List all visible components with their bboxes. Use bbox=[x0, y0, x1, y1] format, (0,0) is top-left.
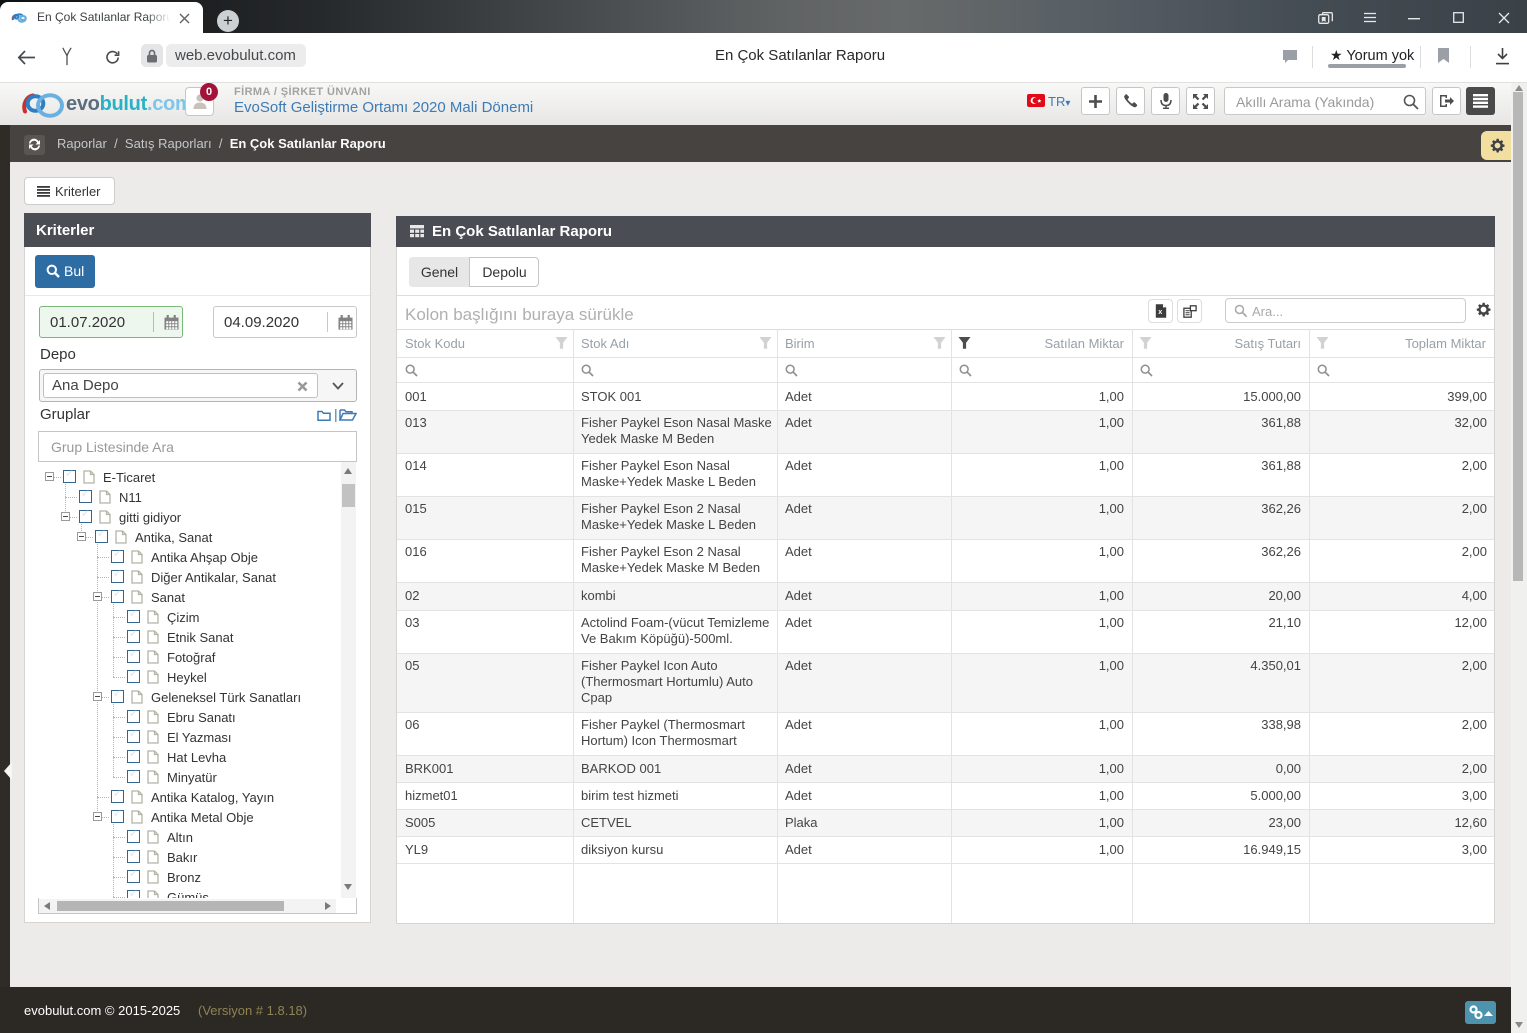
svg-text:x: x bbox=[1158, 307, 1162, 316]
